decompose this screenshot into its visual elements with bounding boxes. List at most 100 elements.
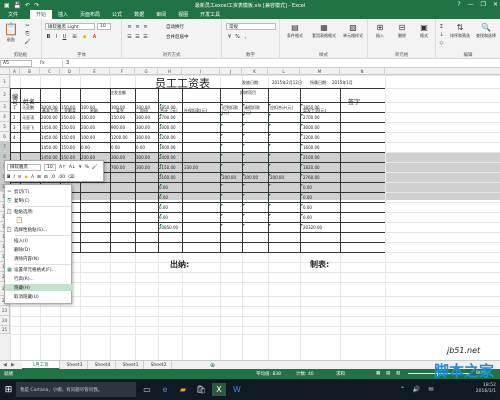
merge-center-button[interactable]: 合并后居中 bbox=[166, 34, 189, 40]
close-button[interactable]: ✕ bbox=[493, 1, 498, 8]
mini-percent-icon[interactable]: % bbox=[85, 165, 89, 170]
taskbar-clock[interactable]: 18:52 2016/3/1 bbox=[476, 383, 496, 395]
tab-0[interactable]: 开始 bbox=[30, 10, 53, 19]
status-sum[interactable]: 求和 bbox=[336, 371, 345, 377]
column-header-E[interactable]: E bbox=[80, 68, 110, 75]
column-header-A[interactable]: A bbox=[10, 68, 20, 75]
column-header-D[interactable]: D bbox=[60, 68, 80, 75]
edge-browser-icon[interactable]: e bbox=[158, 383, 172, 396]
mini-font-select[interactable]: 微软雅黑 bbox=[7, 163, 41, 171]
mini-font-color-icon[interactable]: A bbox=[31, 175, 34, 180]
wrap-text-button[interactable]: 自动换行 bbox=[166, 24, 184, 30]
font-size-select[interactable]: 10 bbox=[97, 23, 111, 30]
worksheet-grid[interactable]: 员工工资表 发放日期： 2015年2月12日 所属日期： 2015年1月 编号 姓名 应发金额… bbox=[10, 75, 500, 360]
mini-increase-decimal-icon[interactable]: .0 bbox=[51, 175, 55, 180]
mini-border-icon[interactable]: ⊞ bbox=[37, 175, 41, 180]
menu-item-4[interactable]: 📋 选择性粘贴(S)... bbox=[5, 226, 73, 233]
row-header-4[interactable]: 4 bbox=[0, 112, 10, 122]
format-cells-button[interactable]: ▣ 格式 bbox=[414, 22, 434, 39]
help-button[interactable]: ? bbox=[457, 1, 460, 8]
mini-decrease-decimal-icon[interactable]: .00 bbox=[58, 175, 65, 180]
menu-item-10[interactable]: 隐藏(H) bbox=[5, 284, 73, 291]
tab-1[interactable]: 插入 bbox=[52, 10, 74, 19]
mini-grow-font-icon[interactable]: A↑ bbox=[59, 165, 66, 170]
column-header-K[interactable]: K bbox=[242, 68, 268, 75]
delete-cells-button[interactable]: ⊟ 删除 bbox=[392, 22, 412, 39]
status-count[interactable]: 计数: 40 bbox=[296, 371, 314, 377]
copy-icon[interactable]: ⎘ bbox=[24, 30, 31, 37]
column-header-G[interactable]: G bbox=[135, 68, 158, 75]
system-tray-icons[interactable]: ⌃ 🔊 ✉ bbox=[400, 386, 436, 393]
view-page-break-icon[interactable]: ▥ bbox=[396, 371, 400, 376]
view-normal-icon[interactable]: ▦ bbox=[376, 371, 380, 376]
number-format-select[interactable]: 常规 bbox=[226, 23, 276, 30]
mini-shrink-font-icon[interactable]: A↓ bbox=[69, 165, 76, 170]
store-icon[interactable]: 🛍 bbox=[194, 383, 208, 396]
formula-input[interactable]: 3 bbox=[62, 60, 496, 67]
file-explorer-icon[interactable]: ▰ bbox=[176, 383, 190, 396]
minimize-button[interactable]: — bbox=[468, 1, 474, 8]
row-header-3[interactable]: 3 bbox=[0, 102, 10, 112]
menu-item-1[interactable]: ⎘ 复制(C) bbox=[5, 197, 73, 204]
row-header-24[interactable]: 24 bbox=[0, 316, 10, 326]
underline-icon[interactable]: U bbox=[61, 33, 68, 40]
align-center-icon[interactable]: ☰ bbox=[134, 33, 141, 40]
tab-nav-next-icon[interactable]: ▶ bbox=[11, 362, 15, 368]
table-format-button[interactable]: ▦ 套用表格格式 bbox=[310, 22, 338, 39]
row-header-23[interactable]: 23 bbox=[0, 306, 10, 316]
font-name-select[interactable]: 微软雅黑 Light bbox=[45, 23, 95, 30]
font-color-icon[interactable]: A bbox=[91, 33, 98, 40]
task-view-icon[interactable]: ▭ bbox=[140, 383, 154, 396]
column-header-B[interactable]: B bbox=[20, 68, 40, 75]
column-header-H[interactable]: H bbox=[158, 68, 182, 75]
tab-7[interactable]: 开发工具 bbox=[194, 10, 226, 19]
conditional-format-button[interactable]: ▤ 条件格式 bbox=[282, 22, 308, 39]
menu-item-8[interactable]: ▦ 设置单元格格式(F)... bbox=[5, 266, 73, 273]
excel-taskbar-icon[interactable]: X bbox=[212, 383, 226, 396]
column-header-M[interactable]: M bbox=[300, 68, 340, 75]
menu-item-5[interactable]: 插入(I) bbox=[5, 237, 73, 244]
sort-filter-button[interactable]: ⇅ 排序和筛选 bbox=[448, 22, 472, 39]
comma-icon[interactable]: , bbox=[242, 33, 249, 40]
border-icon[interactable]: ⊞ bbox=[71, 33, 78, 40]
menu-item-0[interactable]: ✂ 剪切(T) bbox=[5, 188, 73, 195]
menu-item-11[interactable]: 取消隐藏(U) bbox=[5, 293, 73, 300]
tab-4[interactable]: 数据 bbox=[128, 10, 150, 19]
column-header-I[interactable]: I bbox=[182, 68, 220, 75]
row-header-7[interactable]: 7 bbox=[0, 142, 10, 152]
tab-3[interactable]: 公式 bbox=[106, 10, 128, 19]
align-right-icon[interactable]: ☰ bbox=[142, 33, 149, 40]
fill-icon[interactable]: ↓ bbox=[438, 31, 445, 38]
paste-option-icon[interactable]: 📋 bbox=[15, 217, 24, 224]
mini-size-select[interactable]: 10 bbox=[44, 163, 56, 171]
currency-icon[interactable]: ¥ bbox=[226, 33, 233, 40]
find-select-button[interactable]: 🔍 查找和选择 bbox=[474, 22, 498, 39]
menu-item-9[interactable]: 行高(R)... bbox=[5, 275, 73, 282]
fx-icon[interactable]: fx bbox=[40, 60, 45, 66]
cell-style-button[interactable]: ▧ 单元格样式 bbox=[340, 22, 366, 39]
italic-icon[interactable]: I bbox=[53, 33, 60, 40]
menu-item-2[interactable]: 📋 粘贴选项: bbox=[5, 208, 73, 215]
name-box[interactable]: A5 bbox=[0, 60, 32, 67]
column-header-N[interactable]: N bbox=[340, 68, 385, 75]
row-header-5[interactable]: 5 bbox=[0, 122, 10, 132]
file-tab[interactable]: 文件 bbox=[0, 10, 27, 19]
status-average[interactable]: 平均值: 838 bbox=[256, 371, 281, 377]
tab-2[interactable]: 页面布局 bbox=[74, 10, 106, 19]
column-header-C[interactable]: C bbox=[40, 68, 60, 75]
mini-align-icon[interactable]: ≡ bbox=[18, 175, 22, 180]
restore-button[interactable]: ❐ bbox=[481, 1, 486, 8]
mini-format-painter-icon[interactable]: 🖌 bbox=[92, 165, 98, 170]
tab-nav-prev-icon[interactable]: ◀ bbox=[3, 362, 7, 368]
row-header-2[interactable]: 2 bbox=[0, 88, 10, 102]
fill-color-icon[interactable]: ◆ bbox=[81, 33, 88, 40]
column-header-F[interactable]: F bbox=[110, 68, 135, 75]
windows-start-icon[interactable]: ⊞ bbox=[3, 384, 14, 395]
align-left-icon[interactable]: ☰ bbox=[126, 33, 133, 40]
row-header-25[interactable]: 25 bbox=[0, 326, 10, 334]
menu-item-6[interactable]: 删除(D) bbox=[5, 246, 73, 253]
add-sheet-button[interactable]: ⊕ bbox=[210, 362, 215, 369]
view-page-layout-icon[interactable]: ▤ bbox=[386, 371, 390, 376]
format-painter-icon[interactable]: 🖌 bbox=[24, 38, 31, 45]
align-bottom-icon[interactable]: ≡ bbox=[142, 23, 149, 30]
